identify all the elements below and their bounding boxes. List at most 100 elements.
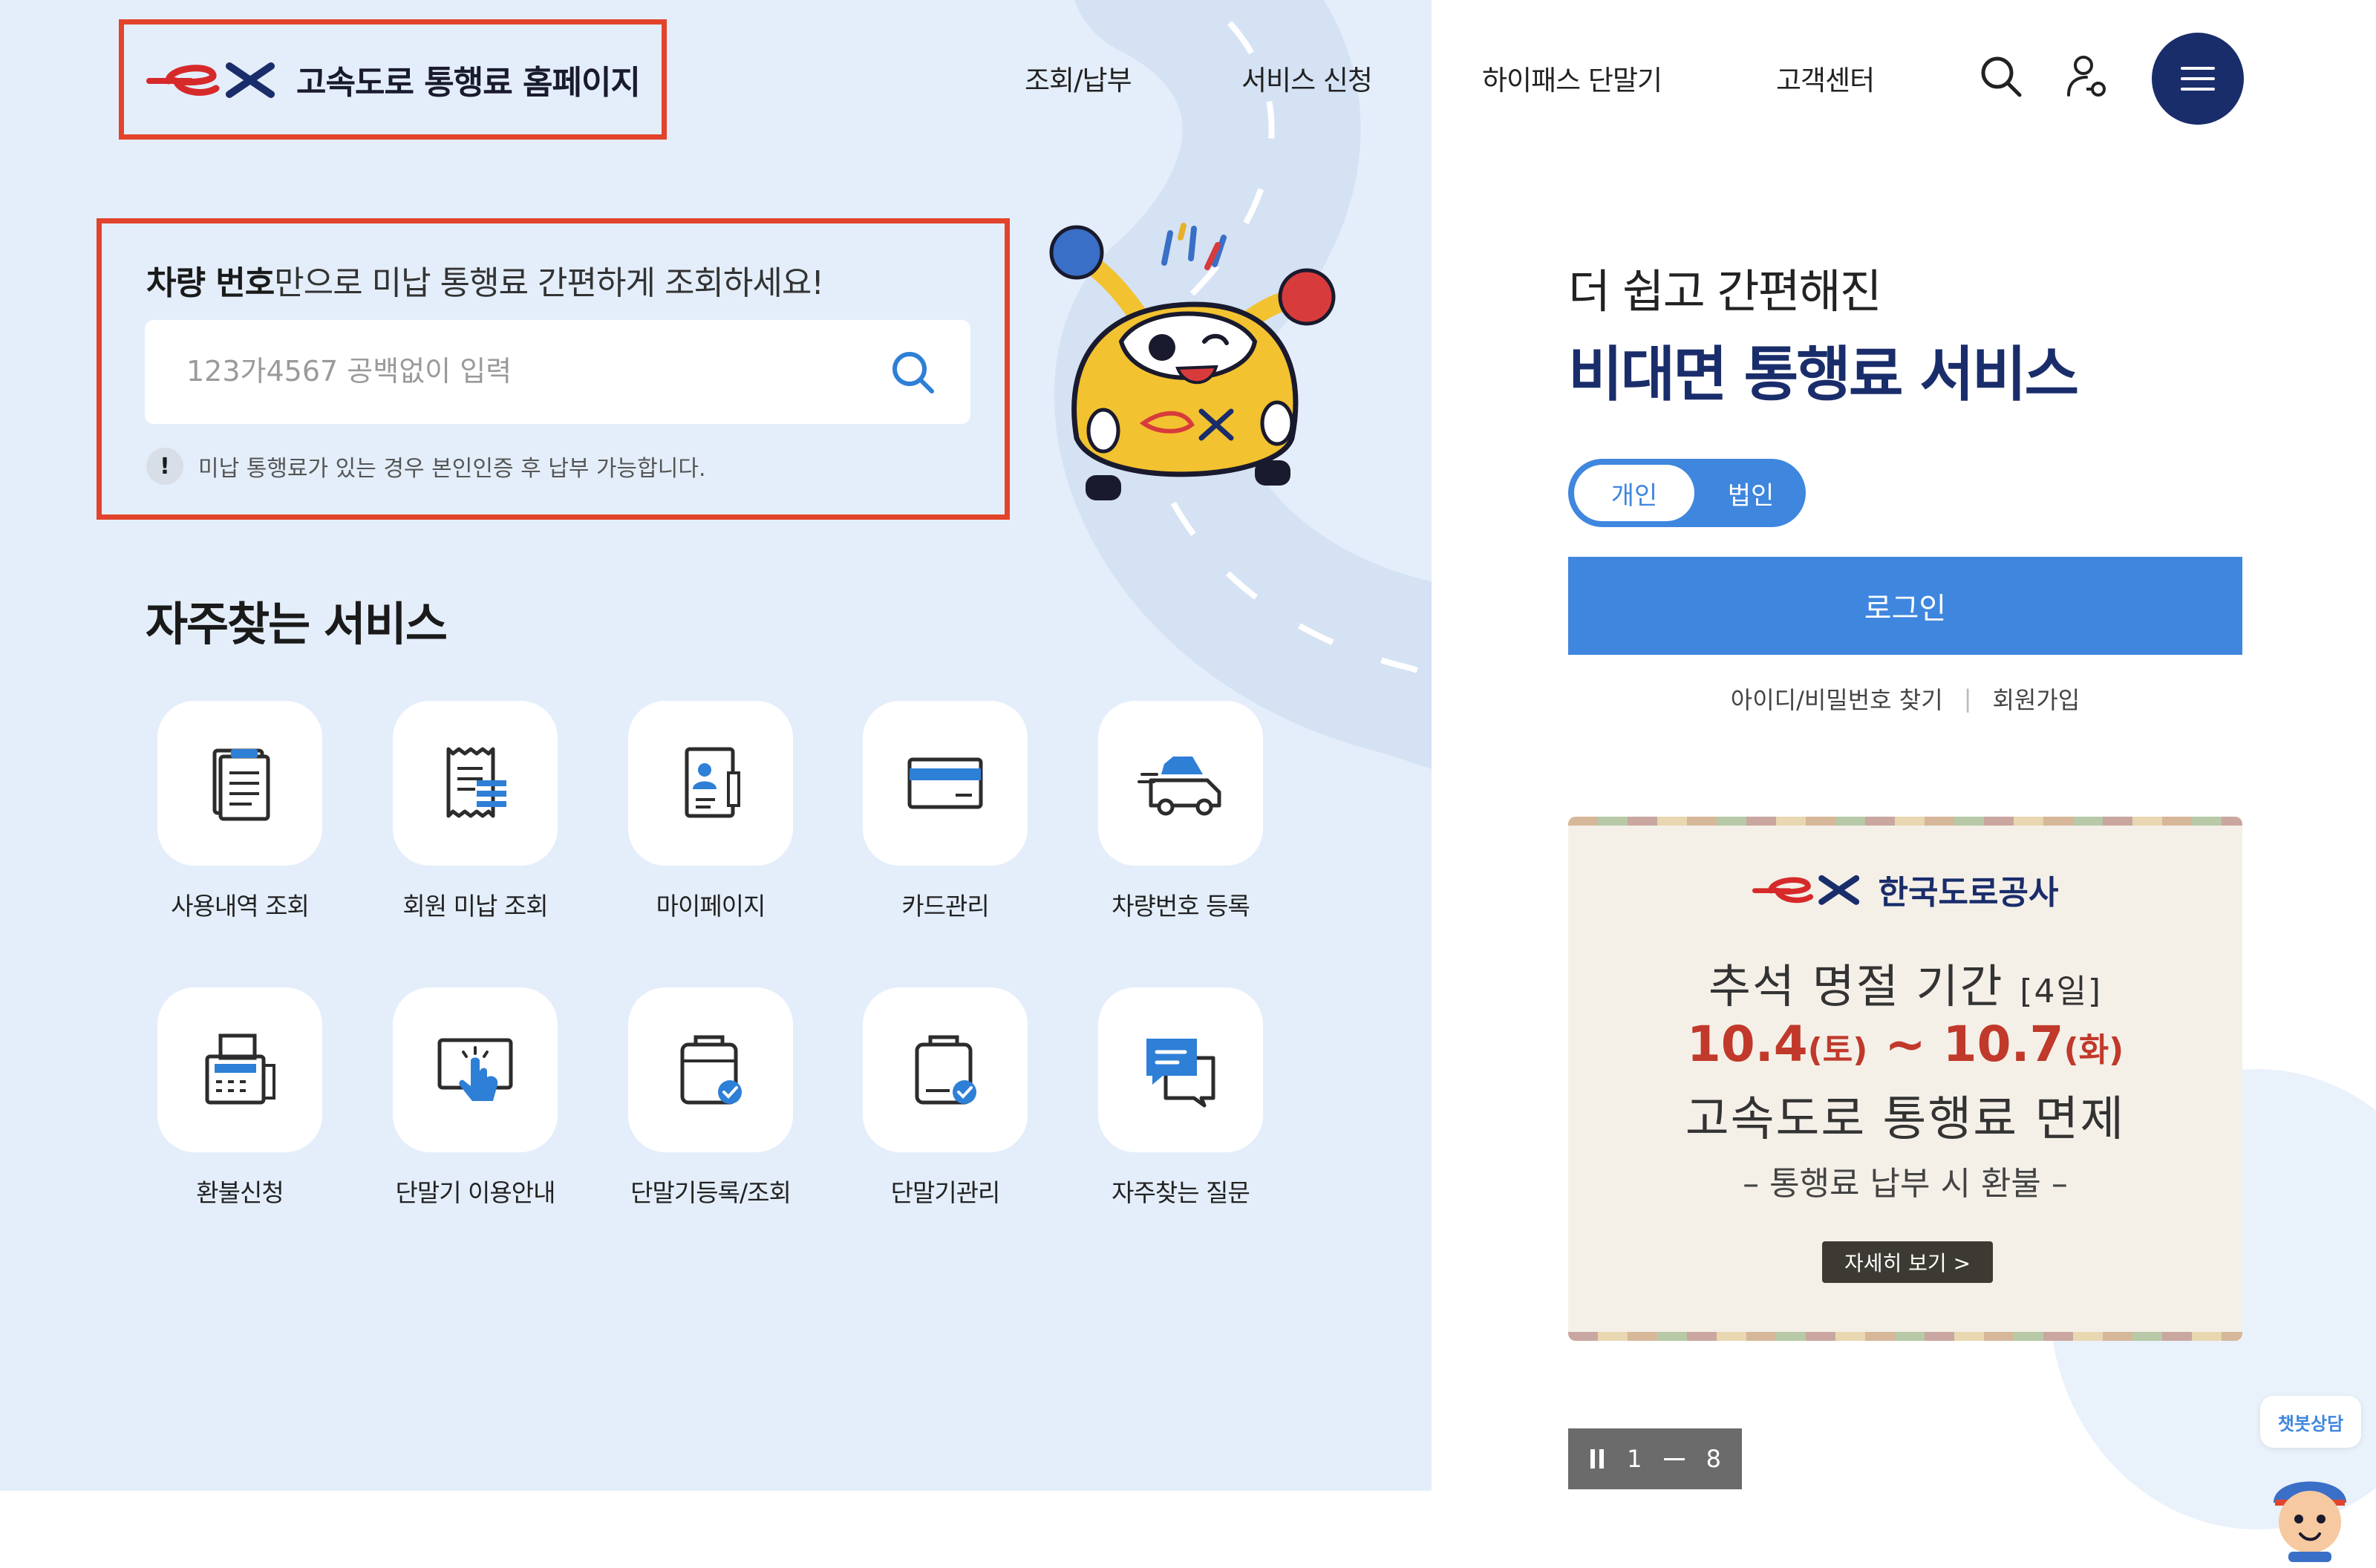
service-label: 사용내역 조회 (171, 892, 310, 921)
banner-brand: 한국도로공사 (1568, 866, 2242, 913)
account-links: 아이디/비밀번호 찾기 | 회원가입 (1568, 682, 2242, 716)
search-submit-icon[interactable] (889, 348, 936, 396)
service-refund[interactable]: 환불신청 (147, 987, 333, 1209)
service-vehicle-register[interactable]: 차량번호 등록 (1088, 701, 1273, 922)
card-icon (907, 757, 983, 809)
banner-more-button[interactable]: 자세히 보기 > (1822, 1241, 1993, 1283)
service-usage-history[interactable]: 사용내역 조회 (147, 701, 333, 922)
banner-date-start-day: (토) (1807, 1031, 1868, 1069)
plate-number-input[interactable] (186, 345, 855, 397)
banner-period-days: [4일] (2020, 973, 2103, 1010)
banner-period: 추석 명절 기간 [4일] (1568, 949, 2242, 1016)
banner-free-toll: 고속도로 통행료 면제 (1685, 1092, 2126, 1147)
menu-button[interactable] (2152, 33, 2244, 125)
service-label: 단말기등록/조회 (630, 1178, 792, 1207)
notice-text: 미납 통행료가 있는 경우 본인인증 후 납부 가능합니다. (198, 456, 706, 482)
promo-banner[interactable]: 한국도로공사 추석 명절 기간 [4일] 10.4(토) ~ 10.7(화) 고… (1568, 817, 2242, 1341)
service-tile[interactable] (393, 987, 558, 1152)
plate-search-panel: 차량 번호만으로 미납 통행료 간편하게 조회하세요! ! 미납 통행료가 있는… (97, 218, 1010, 520)
find-id-password-link[interactable]: 아이디/비밀번호 찾기 (1731, 682, 1943, 716)
signup-link[interactable]: 회원가입 (1992, 682, 2080, 716)
device-register-icon (680, 1035, 742, 1105)
nav-hipass-device[interactable]: 하이패스 단말기 (1482, 58, 1662, 98)
service-device-register[interactable]: 단말기등록/조회 (618, 987, 803, 1209)
chatbot-label[interactable]: 챗봇상담 (2260, 1396, 2361, 1448)
service-device-manage[interactable]: 단말기관리 (852, 987, 1038, 1209)
search-icon[interactable] (1978, 53, 2024, 99)
service-label: 단말기 이용안내 (395, 1178, 555, 1207)
usage-history-icon (212, 748, 270, 821)
plate-search-field[interactable] (145, 320, 970, 424)
user-icon[interactable] (2064, 53, 2110, 99)
nav-customer-center[interactable]: 고객센터 (1776, 58, 1875, 98)
ex-logo-icon (146, 62, 275, 98)
hamburger-icon (2181, 67, 2215, 91)
logo-title: 고속도로 통행료 홈페이지 (296, 64, 641, 102)
service-device-guide[interactable]: 단말기 이용안내 (382, 987, 568, 1209)
service-label: 환불신청 (196, 1178, 284, 1207)
service-member-unpaid[interactable]: 회원 미납 조회 (382, 701, 568, 922)
banner-date-end-day: (화) (2063, 1031, 2124, 1069)
service-tile[interactable] (628, 701, 793, 866)
banner-dates: 10.4(토) ~ 10.7(화) (1568, 1016, 2242, 1073)
search-notice: ! 미납 통행료가 있는 경우 본인인증 후 납부 가능합니다. (146, 448, 706, 485)
service-tile[interactable] (157, 701, 322, 866)
faq-chat-icon (1146, 1039, 1215, 1108)
promo-subtitle: 더 쉽고 간편해진 (1568, 264, 1882, 318)
banner-date-end: 10.7 (1942, 1016, 2064, 1073)
banner-brand-name: 한국도로공사 (1878, 874, 2059, 912)
banner-refund: – 통행료 납부 시 환불 – (1743, 1165, 2068, 1203)
chatbot-widget[interactable]: 챗봇상담 (2254, 1396, 2366, 1567)
link-divider: | (1963, 685, 1972, 713)
service-label: 차량번호 등록 (1112, 892, 1250, 921)
nav-service-apply[interactable]: 서비스 신청 (1241, 58, 1373, 98)
search-title: 차량 번호만으로 미납 통행료 간편하게 조회하세요! (146, 256, 824, 304)
service-label: 카드관리 (901, 892, 989, 921)
car-icon (1138, 757, 1221, 816)
car-mascot-illustration (1049, 223, 1336, 500)
site-logo[interactable]: 고속도로 통행료 홈페이지 (119, 19, 667, 140)
search-title-bold: 차량 번호 (146, 264, 275, 302)
service-tile[interactable] (863, 701, 1028, 866)
pause-icon[interactable] (1589, 1448, 1605, 1470)
ex-logo-icon (1752, 875, 1859, 905)
promo-title: 비대면 통행료 서비스 (1568, 340, 2079, 409)
member-type-toggle: 개인 법인 (1568, 459, 1806, 527)
service-label: 자주찾는 질문 (1112, 1178, 1250, 1207)
pager-divider (1663, 1457, 1685, 1460)
exclamation-icon: ! (146, 448, 183, 485)
service-mypage[interactable]: 마이페이지 (618, 701, 803, 922)
service-tile[interactable] (157, 987, 322, 1152)
frequent-services-title: 자주찾는 서비스 (146, 597, 448, 651)
banner-period-text: 추석 명절 기간 (1708, 959, 2004, 1013)
nav-inquiry-payment[interactable]: 조회/납부 (1025, 58, 1132, 98)
receipt-icon (446, 747, 506, 818)
banner-top-border (1568, 817, 2242, 826)
service-tile[interactable] (863, 987, 1028, 1152)
service-card-manage[interactable]: 카드관리 (852, 701, 1038, 922)
device-manage-icon (915, 1035, 976, 1105)
service-tile[interactable] (393, 701, 558, 866)
banner-pager: 1 8 (1568, 1428, 1742, 1489)
service-label: 회원 미납 조회 (402, 892, 548, 921)
service-tile[interactable] (1098, 987, 1263, 1152)
service-label: 마이페이지 (656, 892, 766, 921)
toggle-corporate[interactable]: 법인 (1702, 465, 1800, 521)
service-label: 단말기관리 (890, 1178, 1001, 1207)
pager-total: 8 (1706, 1445, 1721, 1473)
toggle-personal[interactable]: 개인 (1574, 465, 1694, 521)
search-title-rest: 만으로 미납 통행료 간편하게 조회하세요! (274, 264, 824, 302)
banner-date-sep: ~ (1884, 1016, 1926, 1073)
banner-date-start: 10.4 (1686, 1016, 1808, 1073)
banner-bottom-border (1568, 1332, 2242, 1341)
service-faq[interactable]: 자주찾는 질문 (1088, 987, 1273, 1209)
fax-icon (205, 1033, 275, 1105)
login-button[interactable]: 로그인 (1568, 557, 2242, 655)
service-tile[interactable] (1098, 701, 1263, 866)
chatbot-mascot-icon (2274, 1481, 2346, 1562)
site-header: 고속도로 통행료 홈페이지 조회/납부 서비스 신청 하이패스 단말기 고객센터 (0, 0, 2376, 141)
service-tile[interactable] (628, 987, 793, 1152)
pager-current: 1 (1627, 1445, 1642, 1473)
mypage-icon (685, 747, 740, 818)
touch-screen-icon (437, 1038, 513, 1101)
